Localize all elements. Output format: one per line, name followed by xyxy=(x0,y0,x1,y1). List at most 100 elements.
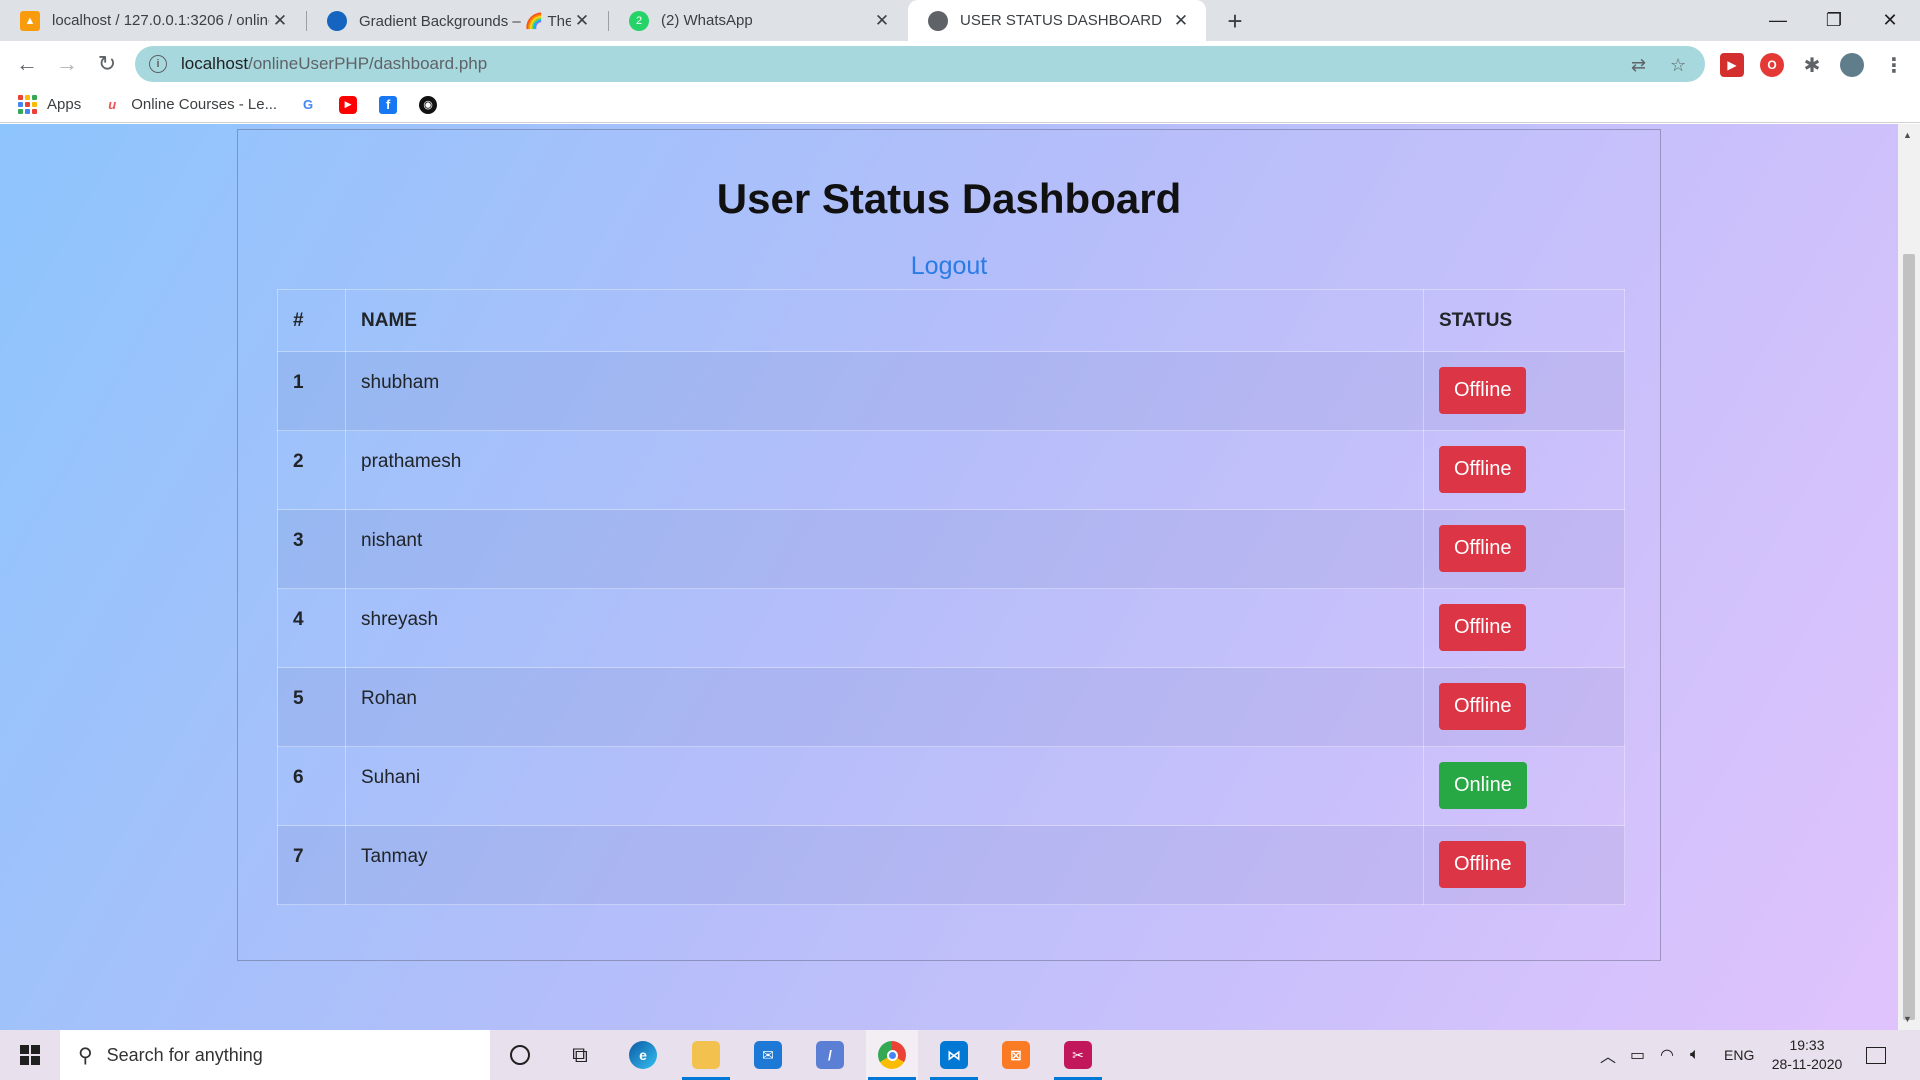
status-cell: Offline xyxy=(1423,667,1625,747)
tab-whatsapp[interactable]: 2 (2) WhatsApp ✕ xyxy=(609,0,907,41)
table-row: 7 Tanmay Offline xyxy=(277,825,1625,905)
bookmark-facebook[interactable]: f xyxy=(379,95,407,114)
close-tab-icon[interactable]: ✕ xyxy=(269,10,291,32)
restore-button[interactable]: ❐ xyxy=(1806,0,1862,41)
clock-date: 28-11-2020 xyxy=(1771,1056,1843,1072)
status-badge-offline: Offline xyxy=(1439,446,1527,493)
page-scrollbar[interactable]: ▲ ▼ xyxy=(1898,124,1920,1030)
scroll-up-arrow-icon[interactable]: ▲ xyxy=(1903,130,1912,140)
bookmark-github[interactable]: ◉ xyxy=(419,95,447,114)
folder-icon xyxy=(692,1041,720,1069)
chevron-up-icon: ︿ xyxy=(1600,1049,1617,1066)
column-header-number: # xyxy=(277,289,346,352)
tab-strip: ▲ localhost / 127.0.0.1:3206 / online ✕ … xyxy=(0,0,1920,41)
table-row: 6 Suhani Online xyxy=(277,746,1625,826)
action-center-button[interactable] xyxy=(1866,1030,1886,1080)
bookmark-online-courses[interactable]: u Online Courses - Le... xyxy=(103,96,277,114)
close-tab-icon[interactable]: ✕ xyxy=(871,10,893,32)
address-bar[interactable]: i localhost/onlineUserPHP/dashboard.php … xyxy=(135,46,1705,82)
back-button[interactable]: ← xyxy=(11,48,43,80)
close-tab-icon[interactable]: ✕ xyxy=(1170,10,1192,32)
windows-logo-icon xyxy=(20,1045,40,1065)
user-name: prathamesh xyxy=(345,430,1424,510)
tab-title: localhost / 127.0.0.1:3206 / online xyxy=(52,12,269,29)
tab-title: Gradient Backgrounds – 🌈 The xyxy=(359,12,571,30)
tab-phpmyadmin[interactable]: ▲ localhost / 127.0.0.1:3206 / online ✕ xyxy=(0,0,305,41)
status-badge-offline: Offline xyxy=(1439,604,1527,651)
close-tab-icon[interactable]: ✕ xyxy=(571,10,593,32)
row-number: 2 xyxy=(277,430,346,510)
table-row: 3 nishant Offline xyxy=(277,509,1625,589)
cortana-button[interactable] xyxy=(494,1030,546,1080)
input-language[interactable]: ENG xyxy=(1724,1030,1754,1080)
github-icon: ◉ xyxy=(419,95,438,114)
search-icon: ⚲ xyxy=(78,1044,93,1067)
user-name: shubham xyxy=(345,351,1424,431)
site-info-icon[interactable]: i xyxy=(149,55,167,73)
extensions-puzzle-icon[interactable]: ✱ xyxy=(1800,53,1824,77)
show-hidden-icons[interactable]: ︿ xyxy=(1600,1030,1616,1080)
bookmark-label: Apps xyxy=(47,96,82,113)
taskbar-search[interactable]: ⚲ Search for anything xyxy=(60,1030,490,1080)
google-icon: G xyxy=(303,97,314,112)
status-cell: Offline xyxy=(1423,430,1625,510)
forward-button[interactable]: → xyxy=(51,48,83,80)
dashboard-card: User Status Dashboard Logout # NAME STAT… xyxy=(237,129,1661,961)
opera-extension-icon[interactable]: O xyxy=(1760,53,1784,77)
status-cell: Offline xyxy=(1423,825,1625,905)
language-label: ENG xyxy=(1724,1047,1755,1063)
volume-control[interactable]: 🔈︎ xyxy=(1690,1030,1700,1080)
battery-status[interactable]: ▭ xyxy=(1630,1030,1645,1080)
minimize-button[interactable]: — xyxy=(1750,0,1806,41)
row-number: 4 xyxy=(277,588,346,668)
menu-kebab-icon[interactable]: ⋮ xyxy=(1882,53,1906,77)
user-name: nishant xyxy=(345,509,1424,589)
network-status[interactable]: ◠ xyxy=(1660,1030,1674,1080)
reload-button[interactable]: ↻ xyxy=(91,48,123,80)
clock-time: 19:33 xyxy=(1789,1037,1825,1053)
row-number: 5 xyxy=(277,667,346,747)
wifi-icon: ◠ xyxy=(1660,1047,1674,1064)
user-status-table: # NAME STATUS 1 shubham Offline 2 pratha… xyxy=(277,289,1625,905)
taskbar-snip[interactable]: ✂ xyxy=(1052,1030,1104,1080)
close-window-button[interactable]: ✕ xyxy=(1862,0,1918,41)
windows-taskbar: ⚲ Search for anything ⧉ e ✉ / ⋈ ⊠ ✂ ︿ ▭ … xyxy=(0,1030,1920,1080)
user-name: Rohan xyxy=(345,667,1424,747)
bookmark-google[interactable]: G xyxy=(299,96,327,114)
tab-title: USER STATUS DASHBOARD xyxy=(960,12,1162,29)
task-view-button[interactable]: ⧉ xyxy=(554,1030,606,1080)
taskbar-chrome[interactable] xyxy=(866,1030,918,1080)
bookmark-youtube[interactable]: ▶ xyxy=(339,95,367,114)
url-host: localhost xyxy=(181,54,249,73)
bookmark-apps[interactable]: Apps xyxy=(18,95,81,114)
taskbar-xampp[interactable]: ⊠ xyxy=(990,1030,1042,1080)
task-view-icon: ⧉ xyxy=(572,1042,588,1067)
taskbar-edge[interactable]: e xyxy=(617,1030,669,1080)
taskbar-mail[interactable]: ✉ xyxy=(742,1030,794,1080)
logout-link[interactable]: Logout xyxy=(238,252,1660,281)
page-viewport: User Status Dashboard Logout # NAME STAT… xyxy=(0,124,1898,1030)
taskbar-clock[interactable]: 19:33 28-11-2020 xyxy=(1762,1036,1852,1074)
whatsapp-icon: 2 xyxy=(629,10,649,31)
extension-red-icon[interactable]: ▶ xyxy=(1720,53,1744,77)
start-button[interactable] xyxy=(0,1030,60,1080)
profile-avatar[interactable] xyxy=(1840,53,1864,77)
bookmark-star-icon[interactable]: ☆ xyxy=(1670,55,1686,76)
browser-toolbar: ← → ↻ i localhost/onlineUserPHP/dashboar… xyxy=(0,41,1920,87)
taskbar-app[interactable]: / xyxy=(804,1030,856,1080)
snip-icon: ✂ xyxy=(1064,1041,1092,1069)
status-badge-offline: Offline xyxy=(1439,367,1527,414)
speaker-icon: 🔈︎ xyxy=(1690,1046,1700,1063)
tab-gradient-backgrounds[interactable]: Gradient Backgrounds – 🌈 The ✕ xyxy=(307,0,607,41)
scroll-down-arrow-icon[interactable]: ▼ xyxy=(1903,1014,1912,1024)
new-tab-button[interactable]: + xyxy=(1220,6,1250,36)
scrollbar-thumb[interactable] xyxy=(1903,254,1915,1020)
taskbar-vscode[interactable]: ⋈ xyxy=(928,1030,980,1080)
globe-icon xyxy=(928,10,948,31)
url-text[interactable]: localhost/onlineUserPHP/dashboard.php xyxy=(181,54,487,74)
user-name: Suhani xyxy=(345,746,1424,826)
status-badge-online: Online xyxy=(1439,762,1527,809)
tab-user-status-dashboard[interactable]: USER STATUS DASHBOARD ✕ xyxy=(908,0,1206,41)
translate-icon[interactable]: ⇄ xyxy=(1631,55,1646,76)
taskbar-file-explorer[interactable] xyxy=(680,1030,732,1080)
